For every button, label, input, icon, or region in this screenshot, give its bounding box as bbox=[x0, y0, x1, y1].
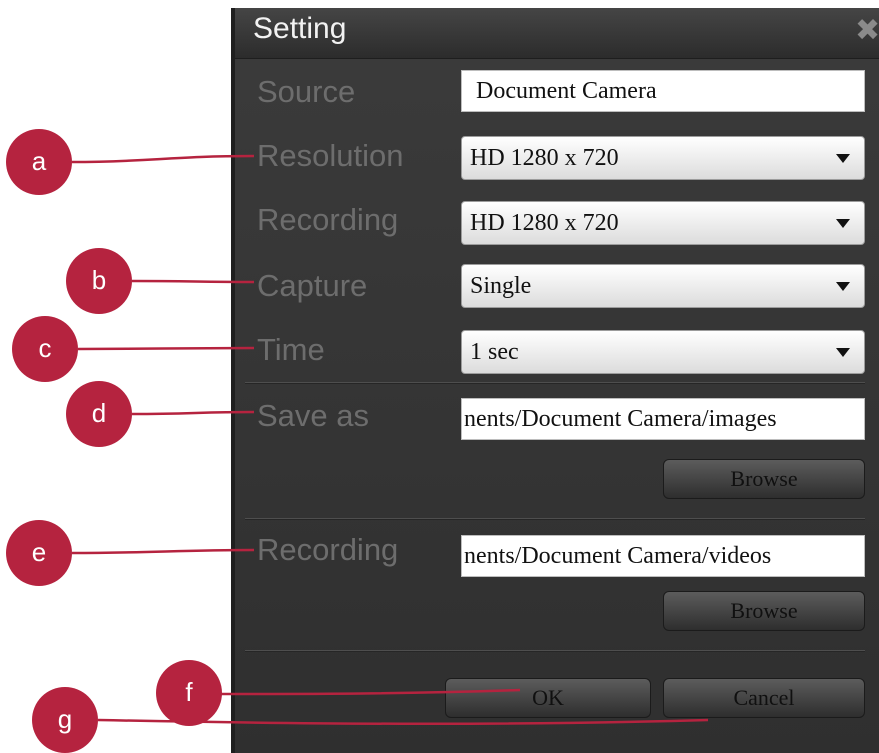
leader-line-b bbox=[131, 279, 255, 284]
callout-c: c bbox=[12, 316, 78, 382]
leader-line-a bbox=[71, 154, 255, 164]
leader-line-e bbox=[71, 548, 255, 555]
leader-line-f bbox=[219, 688, 521, 696]
callout-e: e bbox=[6, 520, 72, 586]
callout-b: b bbox=[66, 248, 132, 314]
callout-leader-lines bbox=[71, 154, 709, 726]
callout-f: f bbox=[156, 660, 222, 726]
callout-g: g bbox=[32, 687, 98, 753]
leader-line-d bbox=[131, 410, 255, 416]
callout-a: a bbox=[6, 129, 72, 195]
leader-line-c bbox=[77, 346, 255, 351]
callout-d: d bbox=[66, 381, 132, 447]
